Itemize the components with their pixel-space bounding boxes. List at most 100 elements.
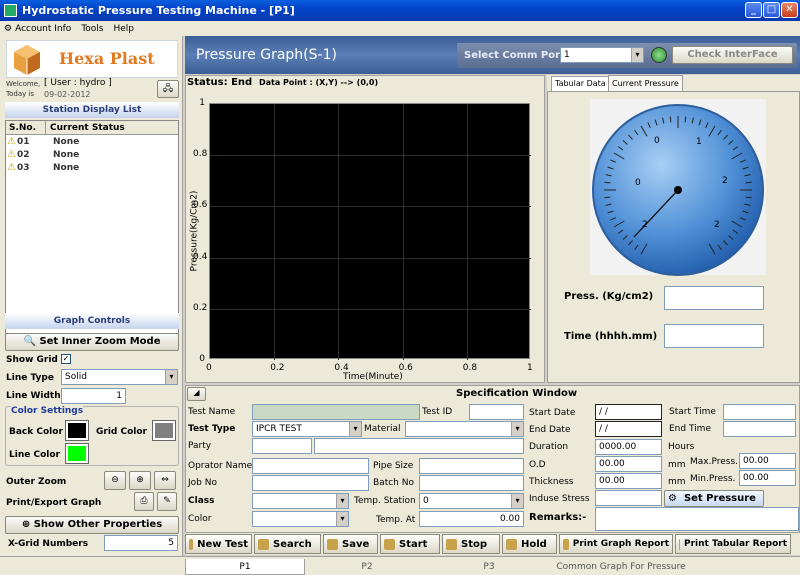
check-interface-button[interactable]: Check InterFace	[672, 46, 793, 64]
graph-panel: Status: End Data Point : (X,Y) --> (0,0)…	[185, 75, 545, 383]
end-date-label: End Date	[529, 425, 571, 435]
print-graph-icon	[563, 538, 569, 550]
save-icon	[327, 538, 338, 550]
status-text: Status: End	[187, 77, 253, 88]
pipe-size-input[interactable]	[419, 458, 524, 474]
start-button[interactable]: Start	[380, 534, 440, 554]
current-pressure-pane: 0 1 2 0 2 2 Press. (Kg/cm2) Time (hhhh.m…	[547, 91, 800, 383]
end-date-input[interactable]: / /	[595, 421, 662, 437]
line-width-input[interactable]: 1	[61, 388, 126, 404]
hold-icon	[506, 538, 517, 550]
party-input[interactable]	[252, 438, 312, 454]
user-label: [ User : hydro ]	[44, 78, 112, 88]
refresh-icon[interactable]	[651, 47, 667, 63]
pressure-plot-area[interactable]	[209, 103, 531, 360]
comm-port-select[interactable]: 1	[560, 47, 644, 63]
station-row[interactable]: ⚠ 02 None	[6, 148, 178, 161]
station-row[interactable]: ⚠ 03 None	[6, 161, 178, 174]
grid-line-horizontal	[210, 309, 531, 310]
job-no-input[interactable]	[252, 475, 369, 491]
start-time-label: Start Time	[669, 407, 716, 417]
menu-icon: ⚙	[4, 23, 13, 34]
welcome-label: Welcome,	[6, 80, 41, 88]
other-properties-button[interactable]: ⊕ Show Other Properties	[5, 516, 179, 534]
back-color-label: Back Color	[9, 427, 63, 437]
zoom-in-icon[interactable]: ⊕	[129, 471, 151, 490]
menu-account-info[interactable]: Account Info	[15, 24, 71, 34]
temp-at-input[interactable]: 0.00	[419, 511, 524, 527]
operator-label: Oprator Name	[188, 461, 253, 471]
hexa-logo-icon	[14, 45, 40, 75]
line-color-swatch[interactable]	[65, 443, 89, 464]
start-icon	[384, 538, 395, 550]
print-tabular-icon	[679, 538, 680, 550]
page-tab-p1[interactable]: P1	[185, 559, 305, 575]
test-id-input[interactable]	[469, 404, 524, 420]
print-icon[interactable]: ⎙	[134, 492, 154, 511]
hold-button[interactable]: Hold	[502, 534, 557, 554]
back-color-swatch[interactable]	[65, 420, 89, 441]
color-select[interactable]	[252, 511, 349, 527]
export-icon[interactable]: ✎	[157, 492, 177, 511]
material-select[interactable]	[405, 421, 524, 437]
thickness-input[interactable]: 00.00	[595, 473, 662, 489]
zoom-icon: 🔍	[23, 336, 36, 347]
test-name-input[interactable]	[252, 404, 420, 420]
remarks-input[interactable]	[595, 507, 799, 531]
show-grid-label: Show Grid	[6, 355, 58, 365]
temp-station-label: Temp. Station	[354, 496, 416, 506]
max-press-input[interactable]: 00.00	[739, 453, 796, 469]
party-name-input[interactable]	[314, 438, 524, 454]
od-unit: mm	[668, 460, 686, 470]
zoom-fit-icon[interactable]: ⇔	[154, 471, 176, 490]
page-tab-p2[interactable]: P2	[307, 559, 427, 575]
duration-input[interactable]: 0000.00	[595, 439, 662, 455]
batch-no-input[interactable]	[419, 475, 524, 491]
station-no: 02	[17, 149, 30, 160]
station-row[interactable]: ⚠ 01 None	[6, 135, 178, 148]
app-icon	[4, 4, 17, 17]
page-tab-p3[interactable]: P3	[429, 559, 549, 575]
start-time-input[interactable]	[723, 404, 796, 420]
job-no-label: Job No	[188, 478, 217, 488]
minimize-button[interactable]: _	[745, 2, 762, 18]
menu-tools[interactable]: Tools	[81, 24, 103, 34]
min-press-input[interactable]: 00.00	[739, 470, 796, 486]
stop-button[interactable]: Stop	[442, 534, 500, 554]
print-tabular-report-button[interactable]: Print Tabular Report	[675, 534, 791, 554]
page-tab-common-graph[interactable]: Common Graph For Pressure	[551, 559, 691, 575]
close-button[interactable]: ✕	[781, 2, 798, 18]
min-press-label: Min.Press.	[690, 474, 736, 484]
class-select[interactable]	[252, 493, 349, 509]
operator-input[interactable]	[252, 458, 369, 474]
print-tabular-label: Print Tabular Report	[684, 539, 787, 549]
od-input[interactable]: 00.00	[595, 456, 662, 472]
tab-current-pressure[interactable]: Current Pressure	[608, 75, 683, 91]
inner-zoom-button[interactable]: 🔍 Set Inner Zoom Mode	[5, 333, 179, 351]
end-time-input[interactable]	[723, 421, 796, 437]
line-type-select[interactable]: Solid	[61, 369, 178, 385]
zoom-out-icon[interactable]: ⊖	[104, 471, 126, 490]
save-button[interactable]: Save	[323, 534, 378, 554]
set-pressure-icon: ⚙	[668, 493, 677, 504]
tab-tabular-data[interactable]: Tabular Data	[551, 76, 610, 91]
inner-zoom-label: Set Inner Zoom Mode	[39, 336, 161, 347]
new-test-button[interactable]: New Test	[185, 534, 252, 554]
collapse-icon[interactable]: ◢	[187, 387, 206, 401]
set-pressure-button[interactable]: ⚙ Set Pressure	[664, 490, 764, 507]
grid-color-swatch[interactable]	[152, 420, 176, 441]
start-date-input[interactable]: / /	[595, 404, 662, 420]
specification-window: ◢ Specification Window Test Name Test ID…	[185, 385, 800, 533]
x-tick-label: 0.8	[462, 363, 478, 373]
maximize-button[interactable]: □	[763, 2, 780, 18]
search-button[interactable]: Search	[254, 534, 321, 554]
xgrid-input[interactable]: 5	[104, 535, 178, 551]
print-graph-report-button[interactable]: Print Graph Report	[559, 534, 673, 554]
comm-port-label: Select Comm Port	[464, 50, 565, 61]
induse-stress-input[interactable]	[595, 490, 662, 506]
test-type-select[interactable]: IPCR TEST	[252, 421, 362, 437]
menu-help[interactable]: Help	[113, 24, 134, 34]
show-grid-checkbox[interactable]: ✓	[61, 354, 71, 364]
temp-station-select[interactable]: 0	[419, 493, 524, 509]
user-settings-button[interactable]: 🖧	[157, 80, 179, 98]
